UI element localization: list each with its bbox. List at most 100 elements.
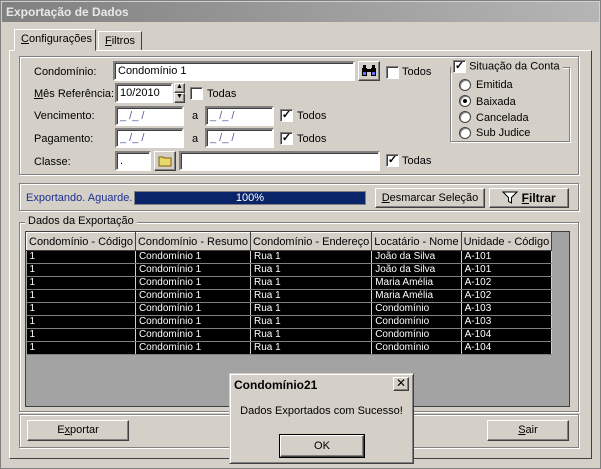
- table-cell: Condomínio: [371, 328, 462, 342]
- col-header[interactable]: Condomínio - Resumo: [134, 232, 252, 251]
- table-row[interactable]: 1 Condomínio 1 Rua 1 Condomínio A-103: [26, 302, 553, 316]
- condominio-field[interactable]: Condomínio 1: [113, 61, 355, 81]
- table-row[interactable]: 1 Condomínio 1 Rua 1 Condomínio A-103: [26, 315, 553, 329]
- table-row[interactable]: 1 Condomínio 1 Rua 1 Condomínio A-104: [26, 341, 553, 355]
- table-cell: João da Silva: [371, 263, 462, 277]
- spin-up-icon[interactable]: ▲: [174, 83, 185, 93]
- col-header[interactable]: Condomínio - Endereço: [250, 232, 373, 251]
- table-cell: Condomínio: [371, 341, 462, 355]
- desmarcar-label: esmarcar Seleção: [389, 192, 479, 204]
- table-row[interactable]: 1 Condomínio 1 Rua 1 João da Silva A-101: [26, 250, 553, 264]
- vencimento-from-field[interactable]: _ /_ /: [115, 106, 184, 126]
- filter-funnel-icon: [502, 191, 519, 204]
- pagamento-todos-checkbox[interactable]: ✓: [280, 132, 293, 145]
- col-header[interactable]: Locatário - Nome: [371, 232, 462, 251]
- table-cell: 1: [26, 341, 136, 355]
- spin-down-icon[interactable]: ▼: [174, 93, 185, 103]
- radio-sub-judice[interactable]: [459, 127, 471, 139]
- sair-accel: S: [518, 424, 526, 436]
- grid-title: Dados da Exportação: [25, 215, 137, 227]
- desmarcar-selecao-button[interactable]: Desmarcar Seleção: [375, 188, 485, 208]
- table-cell: A-103: [461, 315, 553, 329]
- table-cell: Rua 1: [250, 263, 373, 277]
- table-cell: A-102: [461, 289, 553, 303]
- sair-button[interactable]: Sair: [487, 420, 569, 441]
- table-row[interactable]: 1 Condomínio 1 Rua 1 Condomínio A-104: [26, 328, 553, 342]
- condominio-todos-checkbox[interactable]: [386, 66, 399, 79]
- table-cell: 1: [26, 289, 136, 303]
- table-cell: 1: [26, 315, 136, 329]
- sair-label: air: [525, 424, 538, 436]
- radio-baixada[interactable]: [459, 95, 471, 107]
- mes-todas-checkbox[interactable]: [190, 87, 203, 100]
- search-condominio-button[interactable]: [358, 61, 380, 81]
- table-cell: 1: [26, 302, 136, 316]
- table-cell: Rua 1: [250, 289, 373, 303]
- table-row[interactable]: 1 Condomínio 1 Rua 1 Maria Amélia A-102: [26, 289, 553, 303]
- tab-filtros[interactable]: Filtros: [98, 31, 142, 51]
- tab-configuracoes[interactable]: Configurações: [14, 29, 96, 51]
- classe-browse-button[interactable]: [154, 151, 176, 171]
- grid-header-row: Condomínio - Código Condomínio - Resumo …: [26, 232, 553, 251]
- vencimento-a-label: a: [192, 110, 199, 122]
- success-dialog: Condomínio21 ✕ Dados Exportados com Suce…: [229, 373, 414, 464]
- close-icon[interactable]: ✕: [393, 377, 409, 391]
- filtrar-label: iltrar: [529, 191, 556, 205]
- table-cell: Maria Amélia: [371, 289, 462, 303]
- progress-label: 100%: [235, 192, 265, 204]
- radio-emitida[interactable]: [459, 79, 471, 91]
- table-cell: A-101: [461, 250, 553, 264]
- classe-description-field[interactable]: [179, 151, 380, 171]
- radio-selected-dot: [463, 99, 467, 103]
- tab-filtros-accel: F: [105, 35, 112, 47]
- pagamento-to-field[interactable]: _ /_ /: [205, 128, 274, 148]
- table-cell: 1: [26, 263, 136, 277]
- exportar-button[interactable]: Exportar: [27, 420, 129, 441]
- pagamento-label: Pagamento:: [34, 133, 94, 145]
- filtrar-button[interactable]: Filtrar: [489, 188, 569, 208]
- table-row[interactable]: 1 Condomínio 1 Rua 1 João da Silva A-101: [26, 263, 553, 277]
- grid-table: Condomínio - Código Condomínio - Resumo …: [26, 232, 553, 355]
- table-cell: Rua 1: [250, 341, 373, 355]
- classe-todas-checkbox[interactable]: ✓: [386, 154, 399, 167]
- radio-cancelada[interactable]: [459, 111, 471, 123]
- table-cell: Condomínio 1: [135, 250, 252, 264]
- vencimento-todos-checkbox[interactable]: ✓: [280, 109, 293, 122]
- table-cell: Condomínio: [371, 315, 462, 329]
- col-header[interactable]: Condomínio - Código: [26, 232, 136, 251]
- mes-todas-label: Todas: [207, 88, 237, 100]
- status-text: Exportando. Aguarde.: [26, 192, 133, 204]
- mes-referencia-spinner[interactable]: ▲ ▼: [174, 83, 185, 103]
- table-cell: João da Silva: [371, 250, 462, 264]
- mes-referencia-label-text: ês Referência:: [43, 88, 115, 100]
- table-cell: 1: [26, 328, 136, 342]
- situacao-title: Situação da Conta: [469, 60, 560, 73]
- vencimento-todos-label: Todos: [297, 110, 327, 122]
- mes-referencia-accel: M: [34, 88, 44, 100]
- vencimento-label: Vencimento:: [34, 110, 95, 122]
- table-row[interactable]: 1 Condomínio 1 Rua 1 Maria Amélia A-102: [26, 276, 553, 290]
- situacao-checkbox[interactable]: ✓: [453, 60, 466, 73]
- table-cell: 1: [26, 276, 136, 290]
- desmarcar-accel: D: [381, 192, 390, 204]
- radio-emitida-label: Emitida: [476, 79, 513, 91]
- situacao-header: ✓ Situação da Conta: [451, 60, 563, 73]
- table-cell: Condomínio 1: [135, 341, 252, 355]
- window-title: Exportação de Dados: [2, 2, 599, 22]
- classe-code-field[interactable]: .: [115, 151, 151, 171]
- dialog-message: Dados Exportados com Sucesso!: [240, 405, 403, 417]
- exportar-label-pre: E: [57, 424, 65, 436]
- table-cell: Rua 1: [250, 250, 373, 264]
- exportar-label: portar: [70, 424, 99, 436]
- table-cell: Rua 1: [250, 315, 373, 329]
- table-cell: Condomínio 1: [135, 328, 252, 342]
- pagamento-from-field[interactable]: _ /_ /: [115, 128, 184, 148]
- radio-cancelada-label: Cancelada: [476, 112, 529, 124]
- vencimento-to-field[interactable]: _ /_ /: [205, 106, 274, 126]
- ok-button[interactable]: OK: [279, 434, 365, 458]
- radio-sub-judice-label: Sub Judice: [476, 127, 531, 139]
- col-header[interactable]: Unidade - Código: [460, 232, 553, 251]
- tab-configuracoes-accel: C: [21, 33, 29, 45]
- export-window: Exportação de Dados Configurações Filtro…: [0, 0, 601, 469]
- mes-referencia-field[interactable]: 10/2010: [115, 83, 173, 103]
